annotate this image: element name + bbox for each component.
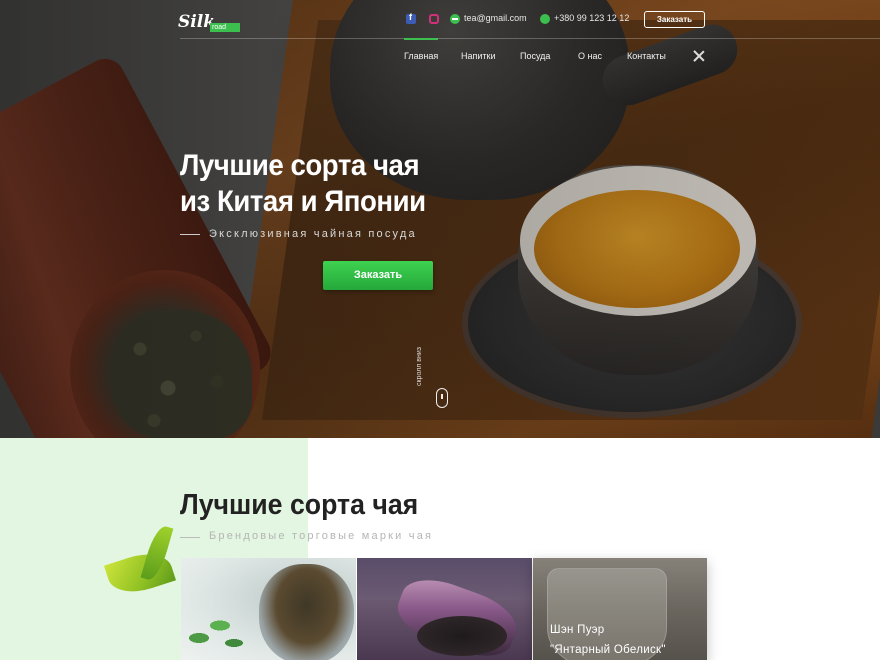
- section-subtitle-dash: [180, 537, 200, 538]
- tea-tin-image: [259, 564, 354, 660]
- tea-card-3[interactable]: Шэн Пуэр "Янтарный Обелиск": [533, 558, 707, 660]
- tea-card-2[interactable]: [357, 558, 532, 660]
- dark-tea-leaves-image: [417, 616, 507, 656]
- card-title-line-2: "Янтарный Обелиск": [550, 644, 666, 656]
- header-order-button[interactable]: Заказать: [644, 11, 705, 28]
- section-subtitle: Брендовые торговые марки чая: [209, 530, 434, 542]
- nav-item-tableware[interactable]: Посуда: [520, 51, 550, 61]
- nav-item-drinks[interactable]: Напитки: [461, 51, 496, 61]
- hero-order-button[interactable]: Заказать: [323, 261, 433, 290]
- nav-item-about[interactable]: О нас: [578, 51, 602, 61]
- scroll-mouse-icon[interactable]: [436, 388, 448, 408]
- hero-title: Лучшие сорта чая из Китая и Японии: [180, 148, 484, 220]
- phone-icon: [540, 14, 550, 24]
- hero-subtitle-dash: [180, 234, 200, 235]
- hero-subtitle: Эксклюзивная чайная посуда: [209, 228, 417, 240]
- instagram-icon[interactable]: [429, 14, 439, 24]
- close-icon[interactable]: [693, 50, 705, 62]
- card-title: Шэн Пуэр "Янтарный Обелиск": [550, 620, 666, 660]
- email-link[interactable]: tea@gmail.com: [464, 13, 527, 23]
- tea-card-1[interactable]: [181, 558, 356, 660]
- header-divider: [180, 38, 880, 39]
- facebook-icon[interactable]: [406, 12, 416, 24]
- nav-item-contacts[interactable]: Контакты: [627, 51, 666, 61]
- phone-link[interactable]: +380 99 123 12 12: [554, 13, 629, 23]
- hero-title-line-2: из Китая и Японии: [180, 185, 426, 218]
- herb-image: [185, 608, 255, 658]
- hero-title-line-1: Лучшие сорта чая: [180, 149, 420, 182]
- mail-icon: [450, 14, 460, 24]
- section-title: Лучшие сорта чая: [180, 489, 419, 521]
- nav-item-home[interactable]: Главная: [404, 38, 439, 61]
- card-title-line-1: Шэн Пуэр: [550, 624, 605, 636]
- logo-tag: road: [210, 23, 240, 32]
- scroll-down-label: скролл вниз: [416, 346, 423, 386]
